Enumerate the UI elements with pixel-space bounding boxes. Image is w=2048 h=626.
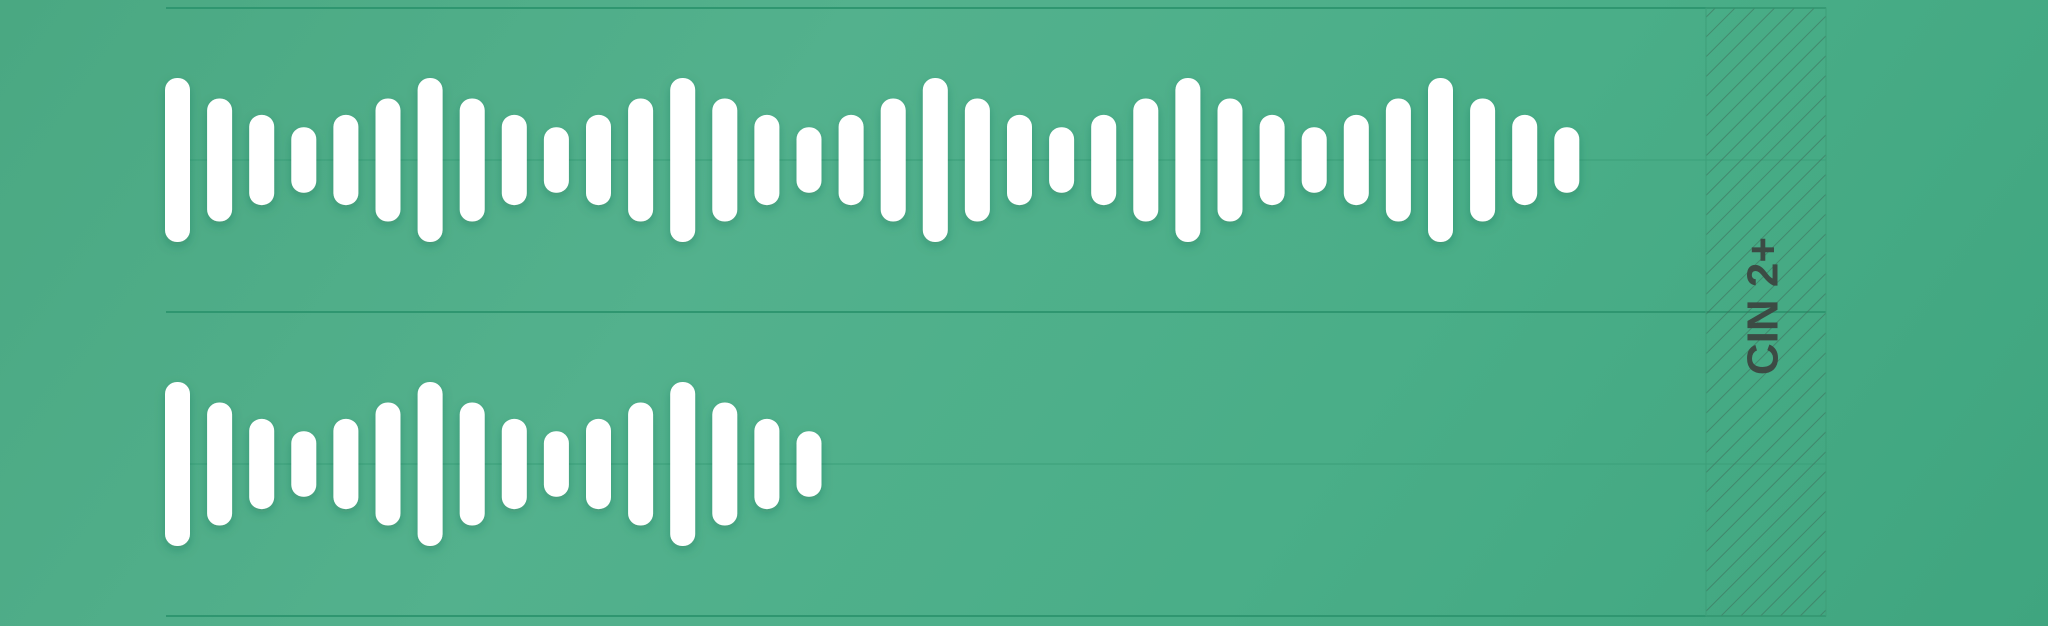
bar xyxy=(333,114,359,206)
bar xyxy=(1175,78,1201,242)
bar xyxy=(1470,98,1496,222)
bar xyxy=(333,418,359,510)
bar xyxy=(1049,127,1075,193)
bar xyxy=(712,402,738,526)
bar xyxy=(838,114,864,206)
bar xyxy=(417,78,443,242)
bar xyxy=(1217,98,1243,222)
chart-canvas: CIN 2+ xyxy=(165,7,1827,617)
bar xyxy=(670,382,696,546)
bar xyxy=(291,431,317,497)
cin2-band: CIN 2+ xyxy=(1705,7,1827,617)
bar xyxy=(586,114,611,206)
bar xyxy=(964,98,990,222)
gridlines xyxy=(166,7,1826,617)
bar xyxy=(165,382,190,546)
bar xyxy=(586,418,611,510)
bar xyxy=(796,127,822,193)
bar xyxy=(543,127,569,193)
bar xyxy=(628,402,654,526)
bar xyxy=(670,78,696,242)
bar xyxy=(628,98,654,222)
bar xyxy=(207,98,233,222)
bar xyxy=(291,127,317,193)
bar xyxy=(165,78,190,242)
bar xyxy=(880,98,906,222)
bar xyxy=(207,402,233,526)
bar xyxy=(754,418,780,510)
bar xyxy=(1343,114,1369,206)
bar xyxy=(754,114,780,206)
bar xyxy=(501,418,527,510)
bar xyxy=(501,114,527,206)
bar xyxy=(459,98,485,222)
bar xyxy=(249,418,275,510)
bar xyxy=(1301,127,1327,193)
bar xyxy=(712,98,738,222)
bar xyxy=(1133,98,1159,222)
cin2-band-label: CIN 2+ xyxy=(1739,237,1788,375)
bar xyxy=(1007,114,1032,206)
bar xyxy=(375,98,401,222)
bar xyxy=(1091,114,1117,206)
bar xyxy=(417,382,443,546)
bar xyxy=(543,431,569,497)
bar xyxy=(459,402,485,526)
bar xyxy=(1554,127,1580,193)
bar xyxy=(922,78,948,242)
bar xyxy=(1512,114,1538,206)
bar xyxy=(249,114,275,206)
bar xyxy=(375,402,401,526)
bar xyxy=(1385,98,1411,222)
bar xyxy=(796,431,822,497)
bar xyxy=(1259,114,1285,206)
bar xyxy=(1428,78,1453,242)
